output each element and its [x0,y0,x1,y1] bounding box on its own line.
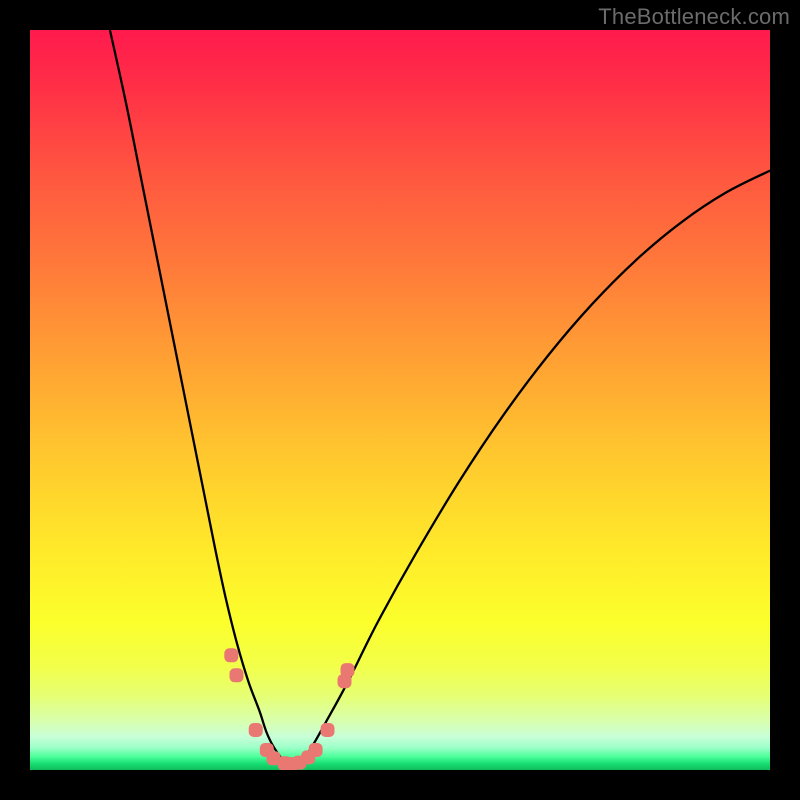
highlight-marker [321,723,335,737]
bottleneck-curve-path [110,30,770,765]
watermark-text: TheBottleneck.com [598,4,790,30]
highlight-marker [309,743,323,757]
highlight-marker [224,648,238,662]
highlight-marker [341,663,355,677]
outer-frame: TheBottleneck.com [0,0,800,800]
highlight-marker [230,668,244,682]
highlight-marker [249,723,263,737]
plot-area [30,30,770,770]
curve-layer [30,30,770,770]
